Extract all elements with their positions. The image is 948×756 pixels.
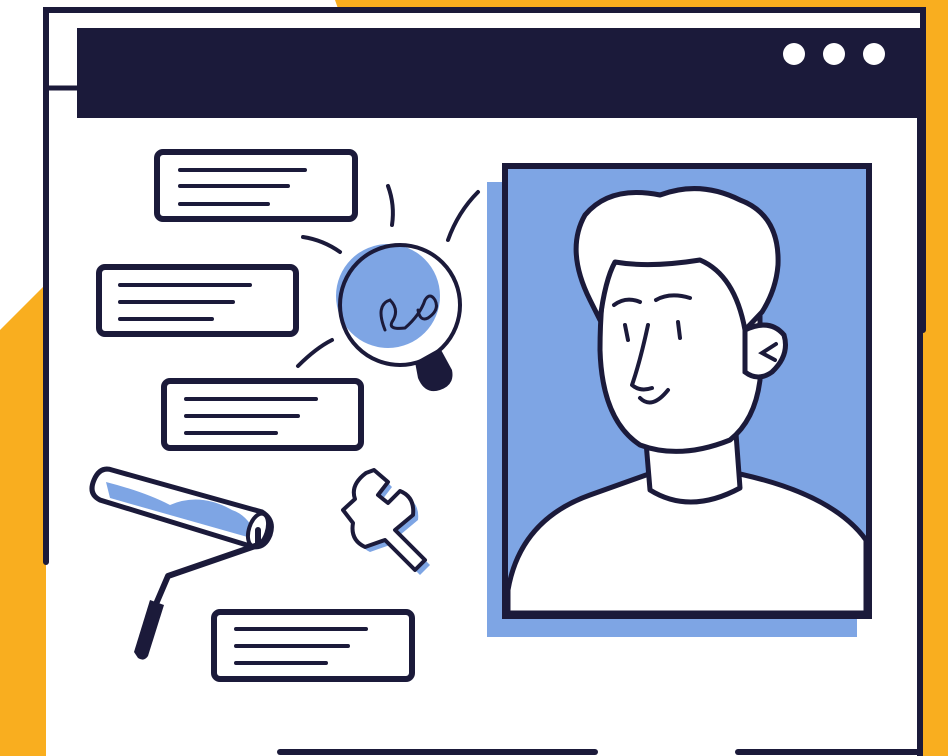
person-portrait (487, 163, 872, 637)
illustration-scene (0, 0, 948, 756)
titlebar-dot-2[interactable] (823, 43, 845, 65)
text-card-4 (211, 609, 415, 682)
text-card-3 (161, 378, 364, 451)
text-card-2 (96, 264, 299, 337)
titlebar-dot-3[interactable] (863, 43, 885, 65)
window-titlebar (77, 28, 922, 118)
text-card-1 (154, 149, 358, 222)
titlebar-dot-1[interactable] (783, 43, 805, 65)
